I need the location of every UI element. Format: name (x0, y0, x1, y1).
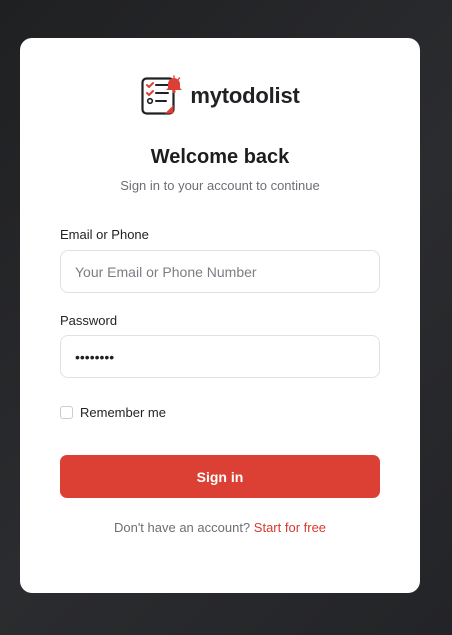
signup-prompt: Don't have an account? Start for free (20, 520, 420, 535)
page-title: Welcome back (150, 146, 290, 168)
sign-in-button[interactable]: Sign in (60, 455, 380, 498)
password-label: Password (60, 313, 118, 328)
brand-name: mytodolist (190, 83, 300, 108)
signup-prompt-text: Don't have an account? (113, 520, 254, 535)
page-subtitle: Sign in to your account to continue (120, 178, 320, 193)
remember-me-checkbox[interactable] (60, 406, 73, 419)
checklist-icon (141, 75, 183, 115)
brand: mytodolist (20, 75, 420, 117)
start-for-free-link[interactable]: Start for free (254, 520, 326, 535)
email-field[interactable] (60, 250, 380, 293)
password-field[interactable] (60, 335, 380, 378)
remember-me-label: Remember me (80, 405, 166, 420)
login-card: mytodolist Welcome back Sign in to your … (20, 38, 420, 593)
remember-me[interactable]: Remember me (60, 405, 166, 420)
email-label: Email or Phone (60, 227, 149, 242)
